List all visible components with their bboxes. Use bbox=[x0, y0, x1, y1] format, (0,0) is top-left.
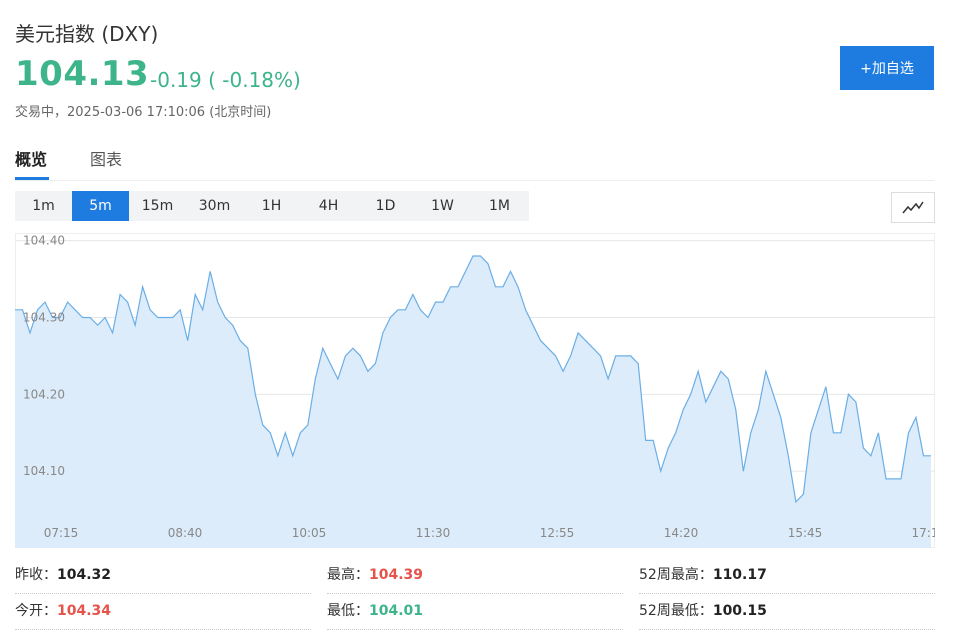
y-tick-label: 104.30 bbox=[23, 311, 65, 325]
stat-prev-close: 昨收：104.32 bbox=[15, 557, 311, 594]
tab-chart[interactable]: 图表 bbox=[90, 146, 122, 170]
trading-status: 交易中，2025-03-06 17:10:06 (北京时间) bbox=[15, 105, 272, 120]
x-tick-label: 11:30 bbox=[416, 526, 451, 540]
tab-overview[interactable]: 概览 bbox=[15, 146, 47, 170]
period-1d[interactable]: 1D bbox=[357, 191, 414, 221]
stat-high-52w: 52周最高：110.17 bbox=[639, 557, 935, 594]
y-tick-label: 104.40 bbox=[23, 234, 65, 248]
current-price: 104.13 bbox=[15, 54, 150, 94]
stat-open-value: 104.34 bbox=[57, 603, 112, 619]
period-4h[interactable]: 4H bbox=[300, 191, 357, 221]
stat-low-52w-value: 100.15 bbox=[712, 603, 767, 619]
y-tick-label: 104.10 bbox=[23, 464, 65, 478]
stat-low-label: 最低： bbox=[327, 603, 369, 619]
period-1h[interactable]: 1H bbox=[243, 191, 300, 221]
stat-high-52w-label: 52周最高： bbox=[639, 567, 713, 583]
stat-high: 最高：104.39 bbox=[327, 557, 623, 594]
x-tick-label: 12:55 bbox=[540, 526, 575, 540]
period-1m[interactable]: 1m bbox=[15, 191, 72, 221]
period-1mo[interactable]: 1M bbox=[471, 191, 528, 221]
stat-high-52w-value: 110.17 bbox=[712, 567, 767, 583]
stats-row-2: 今开：104.34 最低：104.01 52周最低：100.15 bbox=[15, 593, 935, 630]
period-1w[interactable]: 1W bbox=[414, 191, 471, 221]
stat-open-label: 今开： bbox=[15, 603, 57, 619]
x-tick-label: 17:1 bbox=[912, 526, 935, 540]
x-tick-label: 15:45 bbox=[788, 526, 823, 540]
period-15m[interactable]: 15m bbox=[129, 191, 186, 221]
tab-bar: 概览 图表 bbox=[15, 140, 934, 181]
x-tick-label: 08:40 bbox=[168, 526, 203, 540]
stat-prev-close-value: 104.32 bbox=[57, 567, 112, 583]
stat-low-52w-label: 52周最低： bbox=[639, 603, 713, 619]
stat-low-52w: 52周最低：100.15 bbox=[639, 593, 935, 630]
price-chart-svg: 104.40 104.30 104.20 104.10 07:15 08:40 10:05 1… bbox=[15, 233, 938, 548]
period-30m[interactable]: 30m bbox=[186, 191, 243, 221]
stat-low: 最低：104.01 bbox=[327, 593, 623, 630]
stat-high-value: 104.39 bbox=[369, 567, 424, 583]
stat-open: 今开：104.34 bbox=[15, 593, 311, 630]
stat-prev-close-label: 昨收： bbox=[15, 567, 57, 583]
chart-type-button[interactable] bbox=[891, 192, 935, 223]
stat-high-label: 最高： bbox=[327, 567, 369, 583]
add-to-watchlist-button[interactable]: +加自选 bbox=[840, 46, 934, 90]
x-tick-label: 10:05 bbox=[292, 526, 327, 540]
price-chart: 104.40 104.30 104.20 104.10 07:15 08:40 10:05 1… bbox=[15, 233, 938, 548]
x-tick-label: 07:15 bbox=[44, 526, 79, 540]
active-tab-indicator bbox=[15, 177, 49, 180]
stat-low-value: 104.01 bbox=[369, 603, 424, 619]
page-title: 美元指数 (DXY) bbox=[15, 22, 159, 46]
x-tick-label: 14:20 bbox=[664, 526, 699, 540]
line-chart-icon bbox=[902, 201, 924, 213]
period-5m[interactable]: 5m bbox=[72, 191, 129, 221]
period-selector: 1m 5m 15m 30m 1H 4H 1D 1W 1M bbox=[15, 191, 529, 221]
y-tick-label: 104.20 bbox=[23, 387, 65, 401]
stats-row-1: 昨收：104.32 最高：104.39 52周最高：110.17 bbox=[15, 557, 935, 594]
price-change: -0.19 ( -0.18%) bbox=[150, 68, 301, 92]
